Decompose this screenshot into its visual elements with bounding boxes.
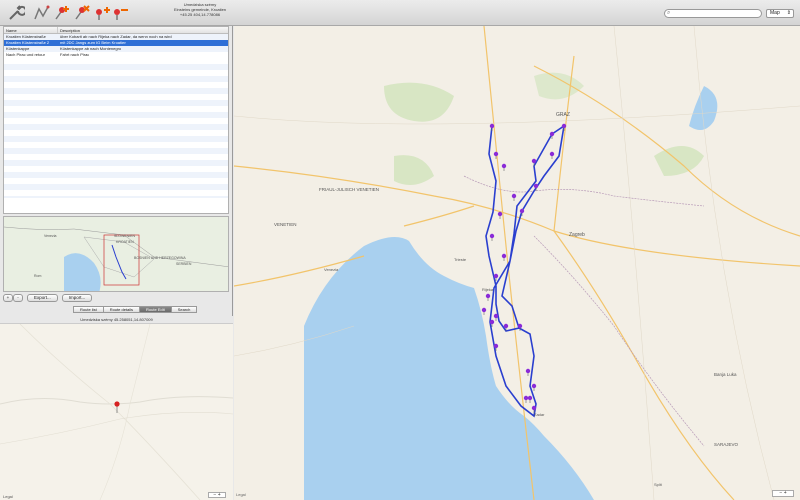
add-route-button[interactable]: +	[3, 294, 13, 302]
delete-waypoint-icon[interactable]	[72, 3, 92, 23]
zoom-in-button[interactable]: +	[218, 492, 221, 498]
map-label-zagreb: Zagreb	[569, 232, 585, 238]
minimap-label-slovenien: SLOWENIEN	[114, 234, 135, 238]
route-table: Name Description Kroatien Küstenstraße üb…	[3, 26, 229, 214]
map-label-trieste: Trieste	[454, 257, 467, 262]
minimap-label-serbien: SERBIEN	[176, 262, 192, 266]
map-type-select[interactable]: Map ⇕	[766, 9, 794, 18]
table-empty-rows	[4, 58, 228, 198]
chevron-updown-icon: ⇕	[786, 10, 791, 16]
add-point-icon[interactable]	[92, 3, 112, 23]
search-input[interactable]	[664, 9, 762, 18]
map-label-split: Split	[654, 482, 663, 487]
map-legal-link[interactable]: Legal	[236, 492, 246, 497]
legal-link[interactable]: Legal	[3, 494, 13, 499]
wrench-icon[interactable]	[6, 3, 26, 23]
minimap-label-venezia: Venezia	[44, 234, 57, 238]
map-label-venezia: Venezia	[324, 267, 339, 272]
location-preview-map[interactable]	[0, 324, 233, 500]
zoom-out-button[interactable]: −	[213, 492, 216, 498]
table-header: Name Description	[4, 27, 228, 34]
tab-route-list[interactable]: Route list	[73, 306, 104, 313]
minimap-label-rom: Rom	[34, 274, 41, 278]
map-label-rijeka: Rijeka	[482, 287, 494, 292]
route-icon[interactable]	[32, 3, 52, 23]
toolbar: Umedziska szémy Einsteins gemeinde, Kroa…	[0, 0, 800, 26]
search-icon: ⌕	[667, 10, 671, 16]
tab-route-details[interactable]: Route details	[102, 306, 141, 313]
overview-minimap[interactable]: SLOWENIEN KROATIEN BOSNIEN UND HERZEGOWI…	[3, 216, 229, 292]
left-panel: Name Description Kroatien Küstenstraße üb…	[0, 26, 233, 500]
map-label-graz: GRAZ	[556, 112, 570, 118]
import-button[interactable]: Import...	[61, 294, 93, 302]
location-title: Umedziska szémy Einsteins gemeinde, Kroa…	[130, 2, 270, 17]
map-label-region-venetien: VENETIEN	[274, 222, 297, 227]
map-label-zadar: Zadar	[534, 412, 545, 417]
add-waypoint-icon[interactable]	[52, 3, 72, 23]
route-name-cell: Nach Pirac und retour	[6, 52, 45, 57]
coordinates-readout: Umedziska szémy 45.258051,14.807009	[0, 316, 233, 324]
tab-search[interactable]: Search	[170, 306, 198, 313]
map-label-sarajevo: SARAJEVO	[714, 442, 739, 447]
remove-route-button[interactable]: -	[13, 294, 23, 302]
map-zoom-out-button[interactable]: −	[779, 490, 782, 496]
main-map[interactable]: GRAZ Zagreb Rijeka Trieste Venezia Banja…	[234, 26, 800, 500]
column-description[interactable]: Description	[58, 27, 80, 33]
map-label-region-friaul: FRIAUL-JULISCH VENETIEN	[319, 187, 379, 192]
minimap-label-bih: BOSNIEN UND HERZEGOWINA	[134, 256, 186, 260]
map-zoom-control[interactable]: − +	[772, 490, 794, 497]
panel-tabs: Route list Route details Route Edit Sear…	[73, 306, 198, 313]
column-name[interactable]: Name	[4, 27, 58, 33]
route-description-cell: Fahrt nach Pirac	[60, 52, 90, 57]
title-line-3: +45.25 404,14.778086	[179, 12, 221, 17]
table-button-row: + - Export... Import...	[3, 294, 93, 304]
map-label-banja-luka: Banja Luka	[714, 372, 737, 377]
preview-zoom-control[interactable]: − +	[208, 492, 226, 498]
map-type-value: Map	[770, 10, 780, 16]
location-pin-icon[interactable]	[114, 400, 120, 418]
export-button[interactable]: Export...	[27, 294, 58, 302]
remove-point-icon[interactable]	[110, 3, 130, 23]
minimap-label-kroatien: KROATIEN	[116, 240, 134, 244]
map-zoom-in-button[interactable]: +	[784, 490, 787, 496]
tab-route-edit[interactable]: Route Edit	[139, 306, 172, 313]
